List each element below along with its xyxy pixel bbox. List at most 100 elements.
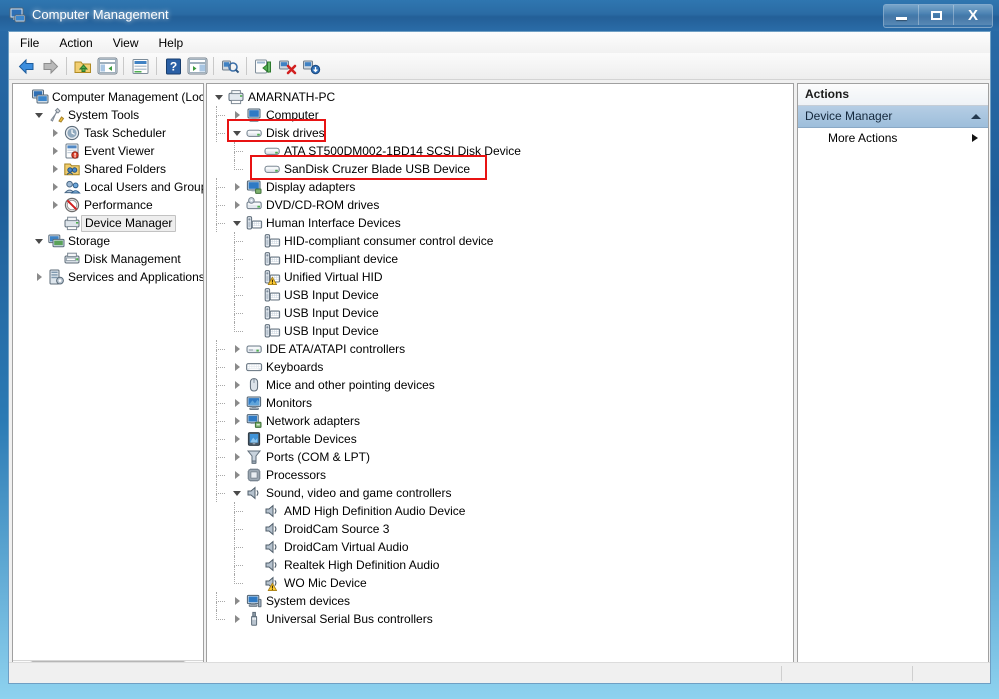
device-tree-item-label: Disk drives — [266, 124, 329, 142]
expand-collapse-closed-icon[interactable] — [233, 596, 244, 607]
device-tree-item-row[interactable]: Human Interface Devices — [213, 214, 793, 232]
actions-group-device-manager[interactable]: Device Manager — [798, 106, 988, 128]
expand-collapse-closed-icon[interactable] — [233, 398, 244, 409]
expand-collapse-closed-icon[interactable] — [51, 200, 62, 211]
tree-connector — [234, 268, 235, 278]
device-tree-item-row[interactable]: Network adapters — [213, 412, 793, 430]
device-tree-item-row[interactable]: AMARNATH-PC — [213, 88, 793, 106]
device-tree-item-row[interactable]: ATA ST500DM002-1BD14 SCSI Disk Device — [213, 142, 793, 160]
back-icon[interactable] — [14, 55, 38, 78]
expand-collapse-closed-icon[interactable] — [233, 470, 244, 481]
console-tree-item-row[interactable]: Computer Management (Local — [17, 88, 203, 106]
expand-collapse-open-icon[interactable] — [215, 92, 226, 103]
device-tree-item-row[interactable]: IDE ATA/ATAPI controllers — [213, 340, 793, 358]
console-tree-item-row[interactable]: Disk Management — [17, 250, 203, 268]
expand-collapse-closed-icon[interactable] — [233, 434, 244, 445]
device-tree-item-row[interactable]: USB Input Device — [213, 322, 793, 340]
console-tree-item-row[interactable]: System Tools — [17, 106, 203, 124]
device-tree-item-row[interactable]: Sound, video and game controllers — [213, 484, 793, 502]
expand-collapse-closed-icon[interactable] — [233, 344, 244, 355]
console-tree-item-row[interactable]: Task Scheduler — [17, 124, 203, 142]
expand-collapse-open-icon[interactable] — [35, 110, 46, 121]
expand-collapse-closed-icon[interactable] — [35, 272, 46, 283]
show-hide-console-tree-icon[interactable] — [95, 55, 119, 78]
expand-collapse-open-icon[interactable] — [35, 236, 46, 247]
expand-collapse-closed-icon[interactable] — [51, 182, 62, 193]
chevron-up-icon[interactable] — [971, 114, 981, 119]
device-tree-item-row[interactable]: DVD/CD-ROM drives — [213, 196, 793, 214]
device-tree-item-row[interactable]: Realtek High Definition Audio — [213, 556, 793, 574]
uninstall-device-icon[interactable] — [275, 55, 299, 78]
console-tree-item-row[interactable]: Event Viewer — [17, 142, 203, 160]
device-tree-item-row[interactable]: WO Mic Device — [213, 574, 793, 592]
expand-collapse-closed-icon[interactable] — [233, 614, 244, 625]
help-icon[interactable]: ? — [161, 55, 185, 78]
device-tree-item-row[interactable]: AMD High Definition Audio Device — [213, 502, 793, 520]
forward-icon[interactable] — [38, 55, 62, 78]
device-tree-item-row[interactable]: HID-compliant consumer control device — [213, 232, 793, 250]
show-hide-action-pane-icon[interactable] — [185, 55, 209, 78]
expand-collapse-closed-icon[interactable] — [233, 362, 244, 373]
monitor-icon — [246, 395, 263, 411]
expand-collapse-closed-icon[interactable] — [51, 128, 62, 139]
device-tree-item-row[interactable]: Keyboards — [213, 358, 793, 376]
device-tree-pane[interactable]: AMARNATH-PCComputerDisk drivesATA ST500D… — [206, 83, 794, 678]
device-tree-item-label: Unified Virtual HID — [284, 268, 386, 286]
toolbar-separator — [123, 57, 124, 75]
console-tree-item-row[interactable]: Local Users and Groups — [17, 178, 203, 196]
menu-file[interactable]: File — [11, 34, 48, 52]
expand-collapse-closed-icon[interactable] — [51, 146, 62, 157]
menu-view[interactable]: View — [104, 34, 148, 52]
update-driver-icon[interactable] — [251, 55, 275, 78]
disable-device-icon[interactable] — [299, 55, 323, 78]
device-tree-item-row[interactable]: DroidCam Source 3 — [213, 520, 793, 538]
tree-connector — [234, 295, 243, 296]
scan-hardware-changes-icon[interactable] — [218, 55, 242, 78]
device-tree-item-row[interactable]: Universal Serial Bus controllers — [213, 610, 793, 628]
menu-action[interactable]: Action — [50, 34, 101, 52]
device-tree-item-row[interactable]: DroidCam Virtual Audio — [213, 538, 793, 556]
expand-collapse-closed-icon[interactable] — [233, 416, 244, 427]
expand-collapse-closed-icon[interactable] — [233, 200, 244, 211]
expand-collapse-open-icon[interactable] — [233, 128, 244, 139]
console-tree-pane[interactable]: Computer Management (LocalSystem ToolsTa… — [12, 83, 204, 678]
device-tree-item-row[interactable]: SanDisk Cruzer Blade USB Device — [213, 160, 793, 178]
device-tree-item-row[interactable]: Processors — [213, 466, 793, 484]
console-tree-item-row[interactable]: Device Manager — [17, 214, 203, 232]
minimize-button[interactable] — [884, 5, 919, 25]
device-tree-item-row[interactable]: Computer — [213, 106, 793, 124]
console-tree-item-label: Local Users and Groups — [84, 178, 204, 196]
expand-collapse-closed-icon[interactable] — [233, 452, 244, 463]
maximize-button[interactable] — [919, 5, 954, 25]
console-tree-item-row[interactable]: Performance — [17, 196, 203, 214]
device-tree-item-row[interactable]: Unified Virtual HID — [213, 268, 793, 286]
up-folder-icon[interactable] — [71, 55, 95, 78]
device-tree-item-row[interactable]: Ports (COM & LPT) — [213, 448, 793, 466]
expand-collapse-open-icon[interactable] — [233, 218, 244, 229]
expand-collapse-closed-icon[interactable] — [51, 164, 62, 175]
console-tree-item-row[interactable]: Storage — [17, 232, 203, 250]
device-tree-item-row[interactable]: Portable Devices — [213, 430, 793, 448]
tree-connector — [234, 530, 235, 538]
title-bar: Computer Management X — [0, 0, 999, 31]
device-tree-item-row[interactable]: Mice and other pointing devices — [213, 376, 793, 394]
close-button[interactable]: X — [954, 5, 992, 25]
device-tree-item-row[interactable]: Disk drives — [213, 124, 793, 142]
usb-icon — [246, 611, 263, 627]
console-tree-item-row[interactable]: Shared Folders — [17, 160, 203, 178]
menu-help[interactable]: Help — [150, 34, 193, 52]
device-tree-item-row[interactable]: Display adapters — [213, 178, 793, 196]
device-tree-item-row[interactable]: USB Input Device — [213, 304, 793, 322]
action-more-actions[interactable]: More Actions — [798, 128, 988, 148]
device-tree-item-row[interactable]: HID-compliant device — [213, 250, 793, 268]
tree-connector — [234, 241, 243, 242]
device-tree-item-row[interactable]: System devices — [213, 592, 793, 610]
device-tree-item-row[interactable]: USB Input Device — [213, 286, 793, 304]
expand-collapse-closed-icon[interactable] — [233, 182, 244, 193]
console-tree-item-row[interactable]: Services and Applications — [17, 268, 203, 286]
expand-collapse-open-icon[interactable] — [233, 488, 244, 499]
expand-collapse-closed-icon[interactable] — [233, 110, 244, 121]
properties-icon[interactable] — [128, 55, 152, 78]
device-tree-item-row[interactable]: Monitors — [213, 394, 793, 412]
expand-collapse-closed-icon[interactable] — [233, 380, 244, 391]
